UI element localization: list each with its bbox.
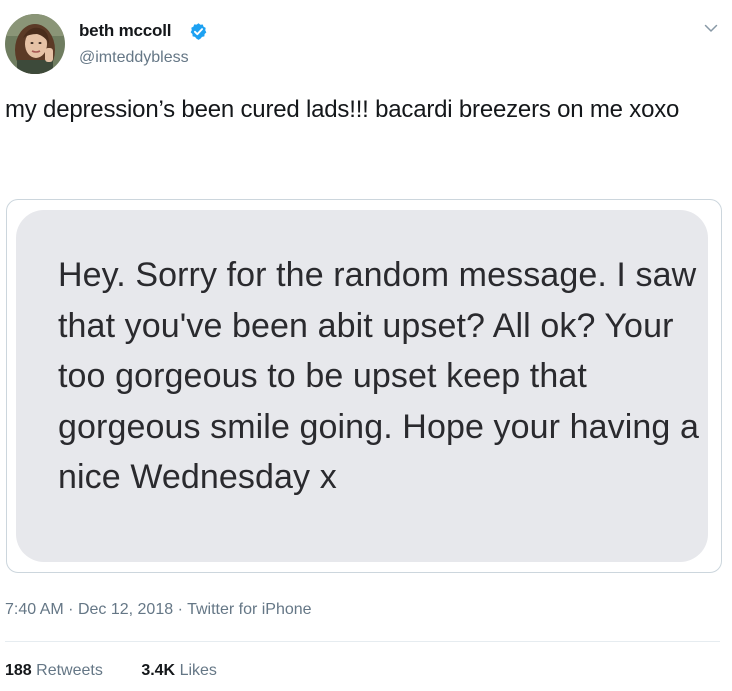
- chevron-down-icon[interactable]: [703, 20, 719, 36]
- tweet-stats: 188 Retweets 3.4K Likes: [5, 662, 217, 680]
- likes-stat[interactable]: 3.4K Likes: [141, 662, 217, 680]
- avatar-image: [5, 14, 65, 74]
- author-name[interactable]: beth mccoll: [79, 21, 171, 41]
- tweet-date[interactable]: Dec 12, 2018: [78, 601, 173, 618]
- verified-badge-icon: [190, 23, 207, 40]
- media-card[interactable]: Hey. Sorry for the random message. I saw…: [6, 199, 722, 573]
- likes-label: Likes: [179, 662, 217, 679]
- tweet-source[interactable]: Twitter for iPhone: [187, 601, 312, 618]
- retweets-label: Retweets: [36, 662, 103, 679]
- tweet-text: my depression’s been cured lads!!! bacar…: [5, 96, 680, 123]
- tweet-meta: 7:40 AM · Dec 12, 2018 · Twitter for iPh…: [5, 601, 312, 619]
- tweet-time[interactable]: 7:40 AM: [5, 601, 64, 618]
- meta-separator: ·: [68, 601, 74, 618]
- author-handle[interactable]: @imteddybless: [79, 49, 189, 67]
- retweets-stat[interactable]: 188 Retweets: [5, 662, 103, 680]
- message-text: Hey. Sorry for the random message. I saw…: [58, 256, 699, 496]
- tweet: beth mccoll @imteddybless my depression’…: [0, 0, 732, 691]
- retweets-count: 188: [5, 662, 32, 679]
- avatar[interactable]: [5, 14, 65, 74]
- meta-separator: ·: [177, 601, 183, 618]
- likes-count: 3.4K: [141, 662, 176, 679]
- divider: [5, 641, 720, 642]
- message-bubble: Hey. Sorry for the random message. I saw…: [16, 210, 708, 562]
